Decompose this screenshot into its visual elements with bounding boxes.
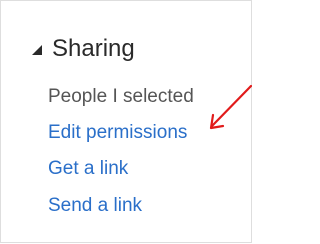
red-arrow-icon bbox=[209, 84, 252, 130]
